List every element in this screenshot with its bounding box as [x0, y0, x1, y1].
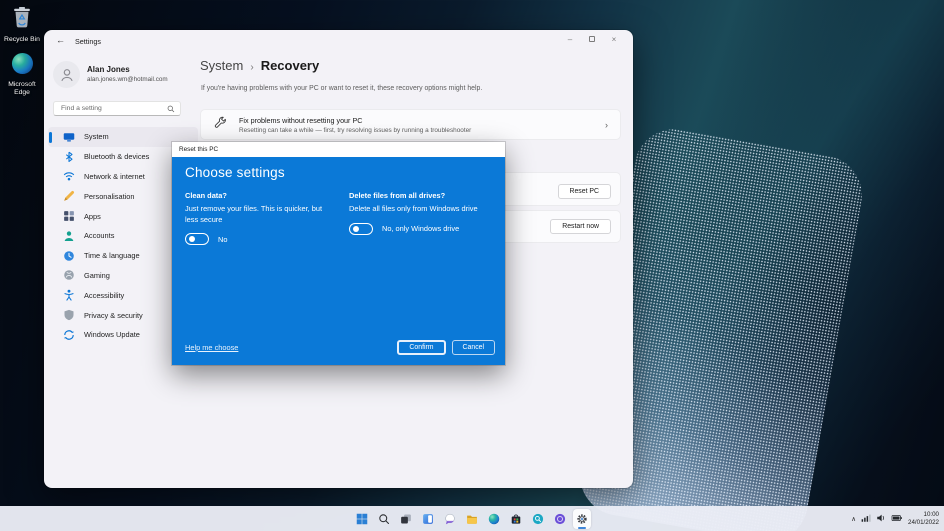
edge-button[interactable] — [485, 509, 503, 529]
file-explorer-button[interactable] — [463, 509, 481, 529]
clean-data-question: Clean data? — [185, 191, 227, 200]
dialog-title: Reset this PC — [179, 146, 219, 153]
folder-icon — [467, 515, 477, 524]
network-icon[interactable] — [861, 510, 871, 528]
help-me-choose-link[interactable]: Help me choose — [185, 343, 238, 352]
delete-drives-toggle[interactable] — [349, 222, 373, 235]
user-avatar[interactable] — [53, 61, 80, 88]
update-arrows-icon — [64, 330, 74, 340]
person-icon — [60, 68, 73, 81]
purple-app-icon — [554, 513, 566, 524]
user-email: alan.jones.wm@hotmail.com — [87, 76, 168, 83]
close-button[interactable]: × — [603, 32, 625, 46]
chevron-right-icon: › — [605, 119, 608, 130]
task-view-icon — [401, 514, 411, 523]
widgets-icon — [423, 513, 433, 524]
store-bag-icon — [511, 514, 521, 524]
restart-now-button[interactable]: Restart now — [550, 219, 611, 234]
apps-grid-icon — [64, 211, 74, 221]
page-intro: If you're having problems with your PC o… — [201, 85, 483, 92]
search-icon — [167, 100, 175, 118]
bluetooth-icon — [65, 151, 73, 162]
windows-logo-icon — [356, 513, 368, 524]
tray-date: 24/01/2022 — [908, 518, 939, 526]
edge-icon — [488, 513, 500, 524]
search-app-icon — [532, 513, 544, 524]
desktop-icon-label: Microsoft Edge — [8, 81, 36, 96]
shield-icon — [64, 309, 74, 321]
desktop-icon-microsoft-edge[interactable]: Microsoft Edge — [0, 52, 44, 97]
wrench-icon — [214, 116, 227, 134]
desktop-icon-recycle-bin[interactable]: Recycle Bin — [0, 4, 44, 44]
taskbar-settings-button[interactable] — [573, 508, 591, 529]
breadcrumb-separator: › — [250, 62, 254, 73]
system-icon — [63, 133, 75, 142]
taskbar-search-button[interactable] — [375, 509, 393, 529]
fix-problems-card[interactable]: Fix problems without resetting your PC R… — [200, 109, 621, 140]
search-icon — [379, 513, 390, 524]
window-title: Settings — [75, 37, 101, 46]
window-titlebar: ← Settings – × — [44, 30, 633, 50]
user-name: Alan Jones — [87, 65, 130, 74]
search-input[interactable] — [54, 105, 167, 112]
system-tray: ∧ 10:00 24/01/2022 — [851, 506, 939, 531]
battery-icon[interactable] — [891, 510, 903, 528]
widgets-button[interactable] — [419, 509, 437, 529]
fix-card-title: Fix problems without resetting your PC — [239, 115, 363, 125]
microsoft-store-button[interactable] — [507, 509, 525, 529]
reset-pc-button[interactable]: Reset PC — [557, 184, 611, 199]
minimize-button[interactable]: – — [559, 32, 581, 46]
tray-chevron-icon[interactable]: ∧ — [851, 515, 856, 523]
clean-data-toggle[interactable] — [185, 233, 209, 245]
search-field-wrap — [53, 101, 181, 116]
confirm-button[interactable]: Confirm — [397, 340, 446, 355]
search-app-button[interactable] — [529, 509, 547, 529]
desktop-icon-label: Recycle Bin — [4, 36, 40, 43]
purple-app-button[interactable] — [551, 509, 569, 529]
desktop: Recycle Bin Microsoft Edge ← Settings – — [0, 0, 944, 531]
taskbar: ∧ 10:00 24/01/2022 — [0, 506, 944, 531]
wifi-icon — [63, 172, 75, 181]
clean-data-description: Just remove your files. This is quicker,… — [185, 204, 323, 224]
gear-icon — [577, 513, 587, 524]
accounts-person-icon — [64, 231, 74, 241]
page-title: Recovery — [260, 58, 320, 73]
dialog-heading: Choose settings — [185, 165, 285, 180]
clock[interactable]: 10:00 24/01/2022 — [908, 511, 939, 526]
breadcrumb-parent[interactable]: System — [200, 58, 243, 73]
delete-drives-toggle-label: No, only Windows drive — [382, 224, 460, 233]
toggle-knob — [188, 236, 195, 242]
edge-icon — [11, 52, 34, 80]
clean-data-toggle-label: No — [218, 234, 228, 244]
maximize-button[interactable] — [581, 32, 603, 46]
task-view-button[interactable] — [397, 509, 415, 529]
dialog-titlebar: Reset this PC — [172, 142, 505, 157]
fix-card-subtitle: Resetting can take a while — first, try … — [239, 126, 472, 134]
maximize-icon — [589, 36, 595, 42]
toggle-knob — [352, 225, 359, 232]
xbox-icon — [64, 270, 74, 281]
delete-drives-question: Delete files from all drives? — [349, 191, 446, 200]
volume-icon[interactable] — [876, 510, 886, 528]
breadcrumb: System › Recovery — [200, 58, 319, 73]
back-button[interactable]: ← — [56, 35, 65, 45]
chat-button[interactable] — [441, 509, 459, 529]
recycle-bin-icon — [9, 4, 35, 35]
brush-icon — [64, 191, 74, 202]
start-button[interactable] — [353, 509, 371, 529]
delete-drives-description: Delete all files only from Windows drive — [349, 204, 478, 213]
accessibility-person-icon — [64, 290, 74, 301]
reset-pc-dialog: Reset this PC Choose settings Clean data… — [172, 142, 505, 365]
clock-icon — [64, 250, 74, 261]
chat-bubble-icon — [445, 513, 455, 524]
cancel-button[interactable]: Cancel — [451, 340, 495, 355]
tray-time: 10:00 — [923, 511, 939, 518]
dialog-body: Choose settings Clean data? Just remove … — [172, 157, 505, 365]
